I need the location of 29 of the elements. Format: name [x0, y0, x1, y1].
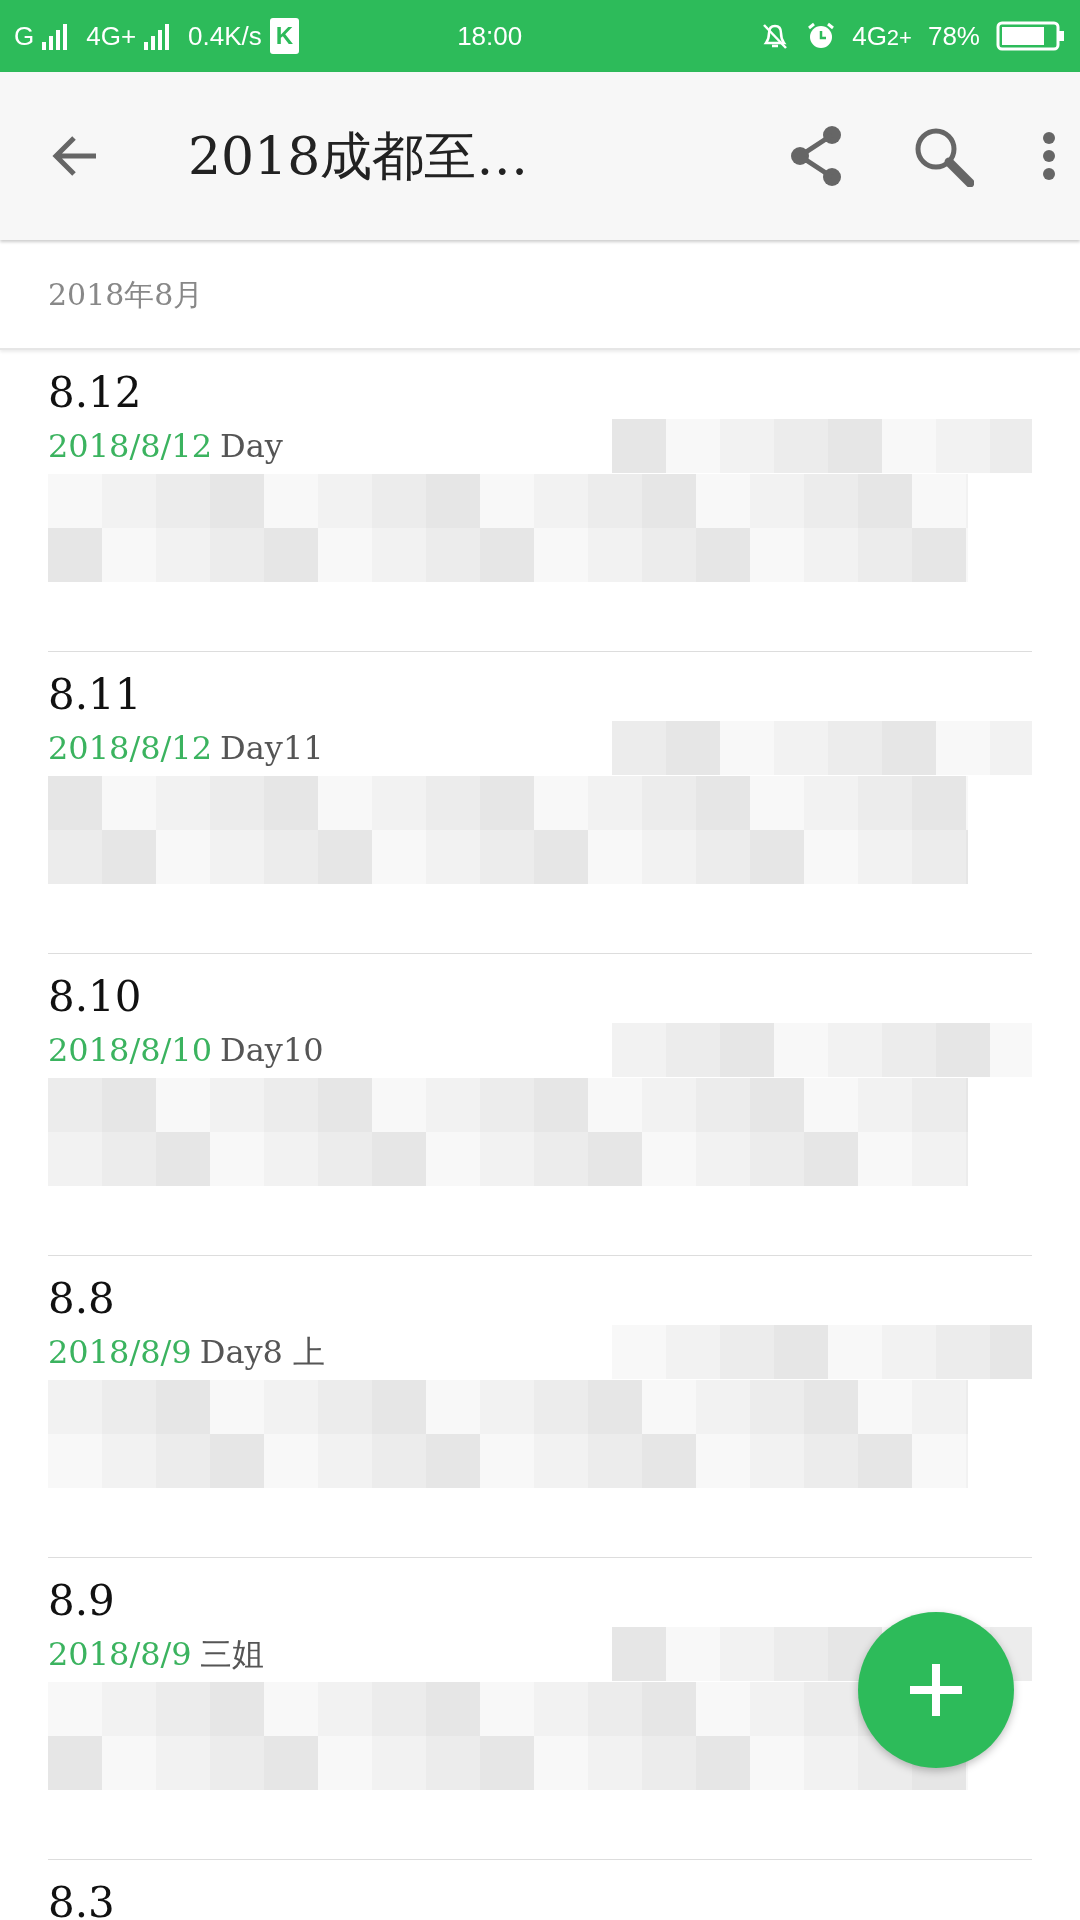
- note-preview: Day11: [220, 728, 324, 770]
- note-preview: Day8 上: [199, 1332, 326, 1374]
- note-date: 2018/8/12: [48, 426, 213, 468]
- note-date: 2018/8/9: [48, 1332, 192, 1374]
- note-preview: Day10: [220, 1030, 324, 1072]
- alarm-icon: [806, 21, 837, 51]
- network-label: 4G2+: [852, 19, 912, 53]
- note-title[interactable]: 8.3: [48, 1878, 1032, 1920]
- note-date: 2018/8/9: [48, 1634, 192, 1676]
- battery-percent: 78%: [927, 19, 980, 53]
- note-title[interactable]: 8.12: [48, 368, 1032, 419]
- note-title[interactable]: 8.8: [48, 1274, 1032, 1325]
- note-date: 2018/8/10: [48, 1030, 213, 1072]
- note-preview: 三姐: [199, 1634, 264, 1676]
- note-title[interactable]: 8.9: [48, 1576, 1032, 1627]
- note-preview: Day: [220, 426, 283, 468]
- note-date: 2018/8/12: [48, 728, 213, 770]
- toolbar-title: 2018成都至…: [188, 125, 529, 188]
- share-icon[interactable]: [788, 125, 844, 187]
- carrier-label: G: [14, 19, 35, 53]
- status-time: 18:00: [456, 19, 524, 53]
- app-badge: K: [269, 18, 300, 54]
- more-icon[interactable]: [1042, 131, 1056, 181]
- note-title[interactable]: 8.11: [48, 670, 1032, 721]
- note-title[interactable]: 8.10: [48, 972, 1032, 1023]
- section-header: 2018年8月: [48, 275, 204, 314]
- network-label: 4G+: [86, 19, 137, 53]
- network-speed: 0.4K/s: [188, 19, 262, 53]
- battery-icon: [996, 20, 1066, 52]
